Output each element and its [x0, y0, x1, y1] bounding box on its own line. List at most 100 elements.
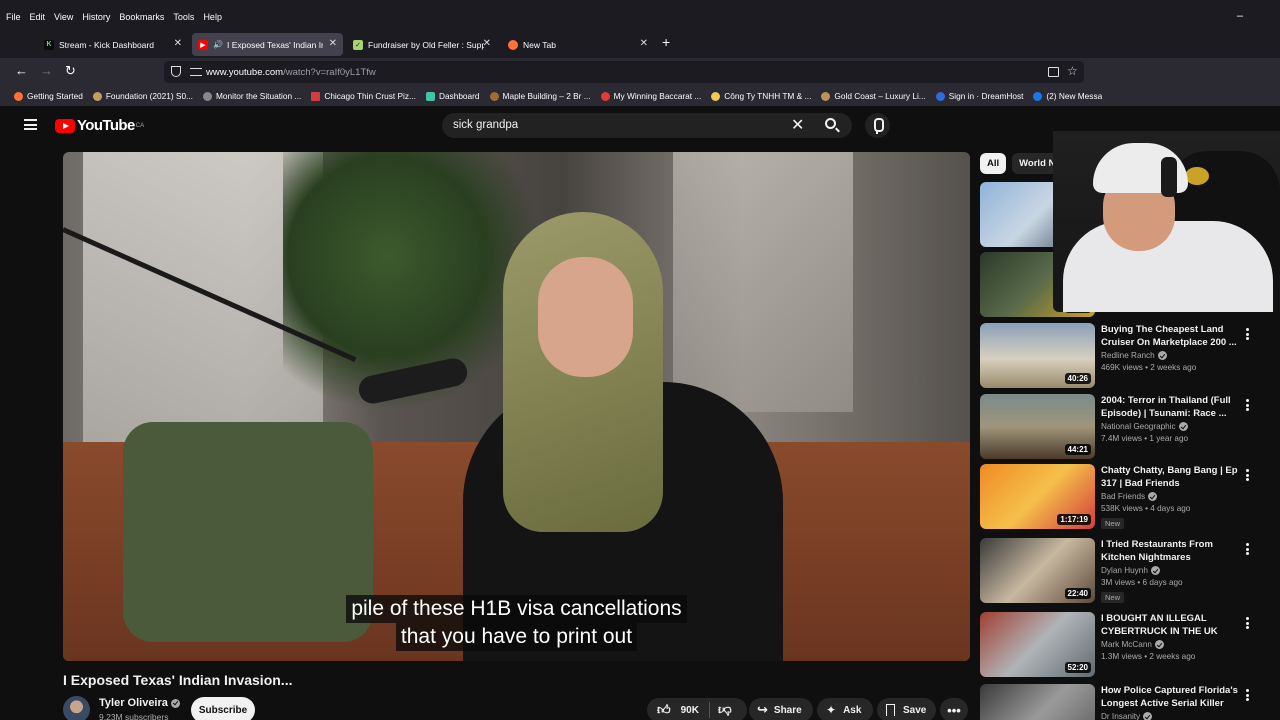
- bookmark-item[interactable]: Maple Building – 2 Br ...: [489, 91, 591, 101]
- clear-icon[interactable]: ✕: [791, 115, 804, 135]
- subscribe-button[interactable]: Subscribe: [191, 697, 255, 720]
- more-actions-button[interactable]: •••: [940, 698, 968, 720]
- microphone-icon[interactable]: [865, 113, 890, 138]
- video-thumbnail[interactable]: 40:26: [980, 323, 1095, 388]
- duration-badge: 52:20: [1064, 662, 1091, 673]
- channel-name[interactable]: Tyler Oliveira: [99, 697, 180, 709]
- video-thumbnail[interactable]: 22:40: [980, 538, 1095, 603]
- bookmark-item[interactable]: Công Ty TNHH TM & ...: [711, 91, 811, 101]
- recommendation-title[interactable]: How Police Captured Florida's Longest Ac…: [1101, 684, 1241, 710]
- permissions-icon[interactable]: [190, 68, 202, 76]
- bookmark-item[interactable]: Getting Started: [14, 91, 83, 101]
- more-options-icon[interactable]: [1246, 689, 1249, 701]
- recommendation-channel[interactable]: Bad Friends: [1101, 492, 1241, 502]
- recommendation-item[interactable]: 52:20 I BOUGHT AN ILLEGAL CYBERTRUCK IN T…: [980, 612, 1260, 678]
- tab-title: New Tab: [523, 39, 556, 50]
- url-host: www.youtube.com: [206, 67, 284, 78]
- speaker-icon[interactable]: 🔊: [213, 40, 223, 49]
- bookmark-item[interactable]: Sign in · DreamHost: [935, 91, 1023, 101]
- like-count[interactable]: 90K: [681, 705, 699, 716]
- recommendation-channel[interactable]: Dylan Huynh: [1101, 566, 1241, 576]
- recommendation-title[interactable]: Buying The Cheapest Land Cruiser On Mark…: [1101, 323, 1241, 349]
- menu-help[interactable]: Help: [203, 12, 222, 22]
- recommendation-item[interactable]: 22:40 I Tried Restaurants From Kitchen Ni…: [980, 538, 1260, 604]
- recommendation-item[interactable]: 1:17:19 Chatty Chatty, Bang Bang | Ep 317…: [980, 464, 1260, 530]
- chip-all[interactable]: All: [980, 153, 1007, 174]
- recommendation-title[interactable]: Chatty Chatty, Bang Bang | Ep 317 | Bad …: [1101, 464, 1241, 490]
- menu-history[interactable]: History: [82, 12, 110, 22]
- bookmark-label: Getting Started: [27, 91, 83, 101]
- youtube-logo[interactable]: YouTube CA: [55, 117, 144, 134]
- bookmarks-toolbar: Getting Started Foundation (2021) S0... …: [0, 86, 1280, 106]
- new-tab-button[interactable]: +: [662, 34, 670, 50]
- more-options-icon[interactable]: [1246, 328, 1249, 340]
- close-icon[interactable]: ✕: [640, 38, 648, 49]
- bookmark-item[interactable]: (2) New Messa: [1033, 91, 1102, 101]
- bookmark-star-icon[interactable]: ☆: [1067, 64, 1078, 78]
- more-options-icon[interactable]: [1246, 543, 1249, 555]
- ask-button[interactable]: ✦ Ask: [817, 698, 873, 720]
- more-options-icon[interactable]: [1246, 469, 1249, 481]
- menu-tools[interactable]: Tools: [173, 12, 194, 22]
- menu-view[interactable]: View: [54, 12, 73, 22]
- shield-icon[interactable]: [171, 66, 181, 77]
- menu-file[interactable]: File: [6, 12, 21, 22]
- recommendation-item[interactable]: 44:21 2004: Terror in Thailand (Full Epis…: [980, 394, 1260, 460]
- share-button[interactable]: ↪ Share: [749, 698, 813, 720]
- bookmark-icon: [311, 91, 321, 101]
- bookmark-item[interactable]: Dashboard: [425, 91, 480, 101]
- tab-fundraiser[interactable]: ✓ Fundraiser by Old Feller : Supp ✕: [347, 33, 497, 56]
- upload-age: 2 weeks ago: [1150, 363, 1197, 373]
- recommendation-channel[interactable]: Redline Ranch: [1101, 351, 1241, 361]
- forward-button[interactable]: →: [40, 64, 53, 78]
- reader-view-icon[interactable]: [1048, 67, 1059, 77]
- video-thumbnail[interactable]: [980, 684, 1095, 720]
- more-options-icon[interactable]: [1246, 399, 1249, 411]
- recommendation-item[interactable]: 40:26 Buying The Cheapest Land Cruiser On…: [980, 323, 1260, 389]
- bookmark-label: Monitor the Situation ...: [216, 91, 302, 101]
- recommendation-title[interactable]: I BOUGHT AN ILLEGAL CYBERTRUCK IN THE UK: [1101, 612, 1241, 638]
- youtube-icon: ▶: [198, 39, 208, 50]
- search-input[interactable]: sick grandpa ✕: [442, 113, 812, 138]
- video-thumbnail[interactable]: 1:17:19: [980, 464, 1095, 529]
- minimize-icon[interactable]: –: [1237, 10, 1243, 22]
- bookmark-item[interactable]: Gold Coast – Luxury Li...: [821, 91, 926, 101]
- recommendation-channel[interactable]: National Geographic: [1101, 422, 1241, 432]
- tab-kick[interactable]: K Stream - Kick Dashboard ✕: [38, 33, 188, 56]
- tab-new[interactable]: New Tab ✕: [502, 33, 654, 56]
- recommendation-title[interactable]: I Tried Restaurants From Kitchen Nightma…: [1101, 538, 1241, 564]
- recommendation-meta: 3M views • 6 days ago: [1101, 578, 1183, 588]
- save-button[interactable]: Save: [877, 698, 936, 720]
- dislike-icon[interactable]: 👍︎: [718, 702, 732, 718]
- bookmark-item[interactable]: Chicago Thin Crust Piz...: [311, 91, 416, 101]
- video-player[interactable]: pile of these H1B visa cancellations tha…: [63, 152, 970, 661]
- menu-icon[interactable]: [24, 119, 37, 130]
- reload-button[interactable]: ↻: [65, 64, 76, 78]
- menu-bookmarks[interactable]: Bookmarks: [119, 12, 164, 22]
- tab-youtube[interactable]: ▶ 🔊 I Exposed Texas' Indian Inva ✕: [192, 33, 343, 56]
- bookmark-item[interactable]: My Winning Baccarat ...: [600, 91, 701, 101]
- upload-age: 2 weeks ago: [1149, 652, 1196, 662]
- menu-edit[interactable]: Edit: [30, 12, 46, 22]
- video-thumbnail[interactable]: 44:21: [980, 394, 1095, 459]
- like-icon[interactable]: 👍︎: [657, 702, 671, 718]
- recommendation-title[interactable]: 2004: Terror in Thailand (Full Episode) …: [1101, 394, 1241, 420]
- recommendation-item[interactable]: How Police Captured Florida's Longest Ac…: [980, 684, 1260, 720]
- url-text[interactable]: www.youtube.com/watch?v=raIf0yL1Tfw: [206, 67, 376, 78]
- avatar[interactable]: [63, 696, 90, 720]
- bookmark-item[interactable]: Foundation (2021) S0...: [92, 91, 193, 101]
- video-thumbnail[interactable]: 52:20: [980, 612, 1095, 677]
- bookmark-item[interactable]: Monitor the Situation ...: [203, 91, 301, 101]
- recommendation-channel[interactable]: Mark McCann: [1101, 640, 1241, 650]
- close-icon[interactable]: ✕: [483, 38, 491, 49]
- more-options-icon[interactable]: [1246, 617, 1249, 629]
- close-icon[interactable]: ✕: [174, 38, 182, 49]
- video-frame-speaker: [443, 212, 803, 661]
- channel-name-text: Bad Friends: [1101, 492, 1146, 501]
- recommendation-channel[interactable]: Dr Insanity: [1101, 712, 1241, 720]
- share-icon: ↪: [757, 702, 768, 717]
- search-button[interactable]: [812, 113, 852, 138]
- close-icon[interactable]: ✕: [329, 38, 337, 49]
- url-bar[interactable]: www.youtube.com/watch?v=raIf0yL1Tfw ☆: [164, 61, 1084, 83]
- back-button[interactable]: ←: [15, 64, 28, 78]
